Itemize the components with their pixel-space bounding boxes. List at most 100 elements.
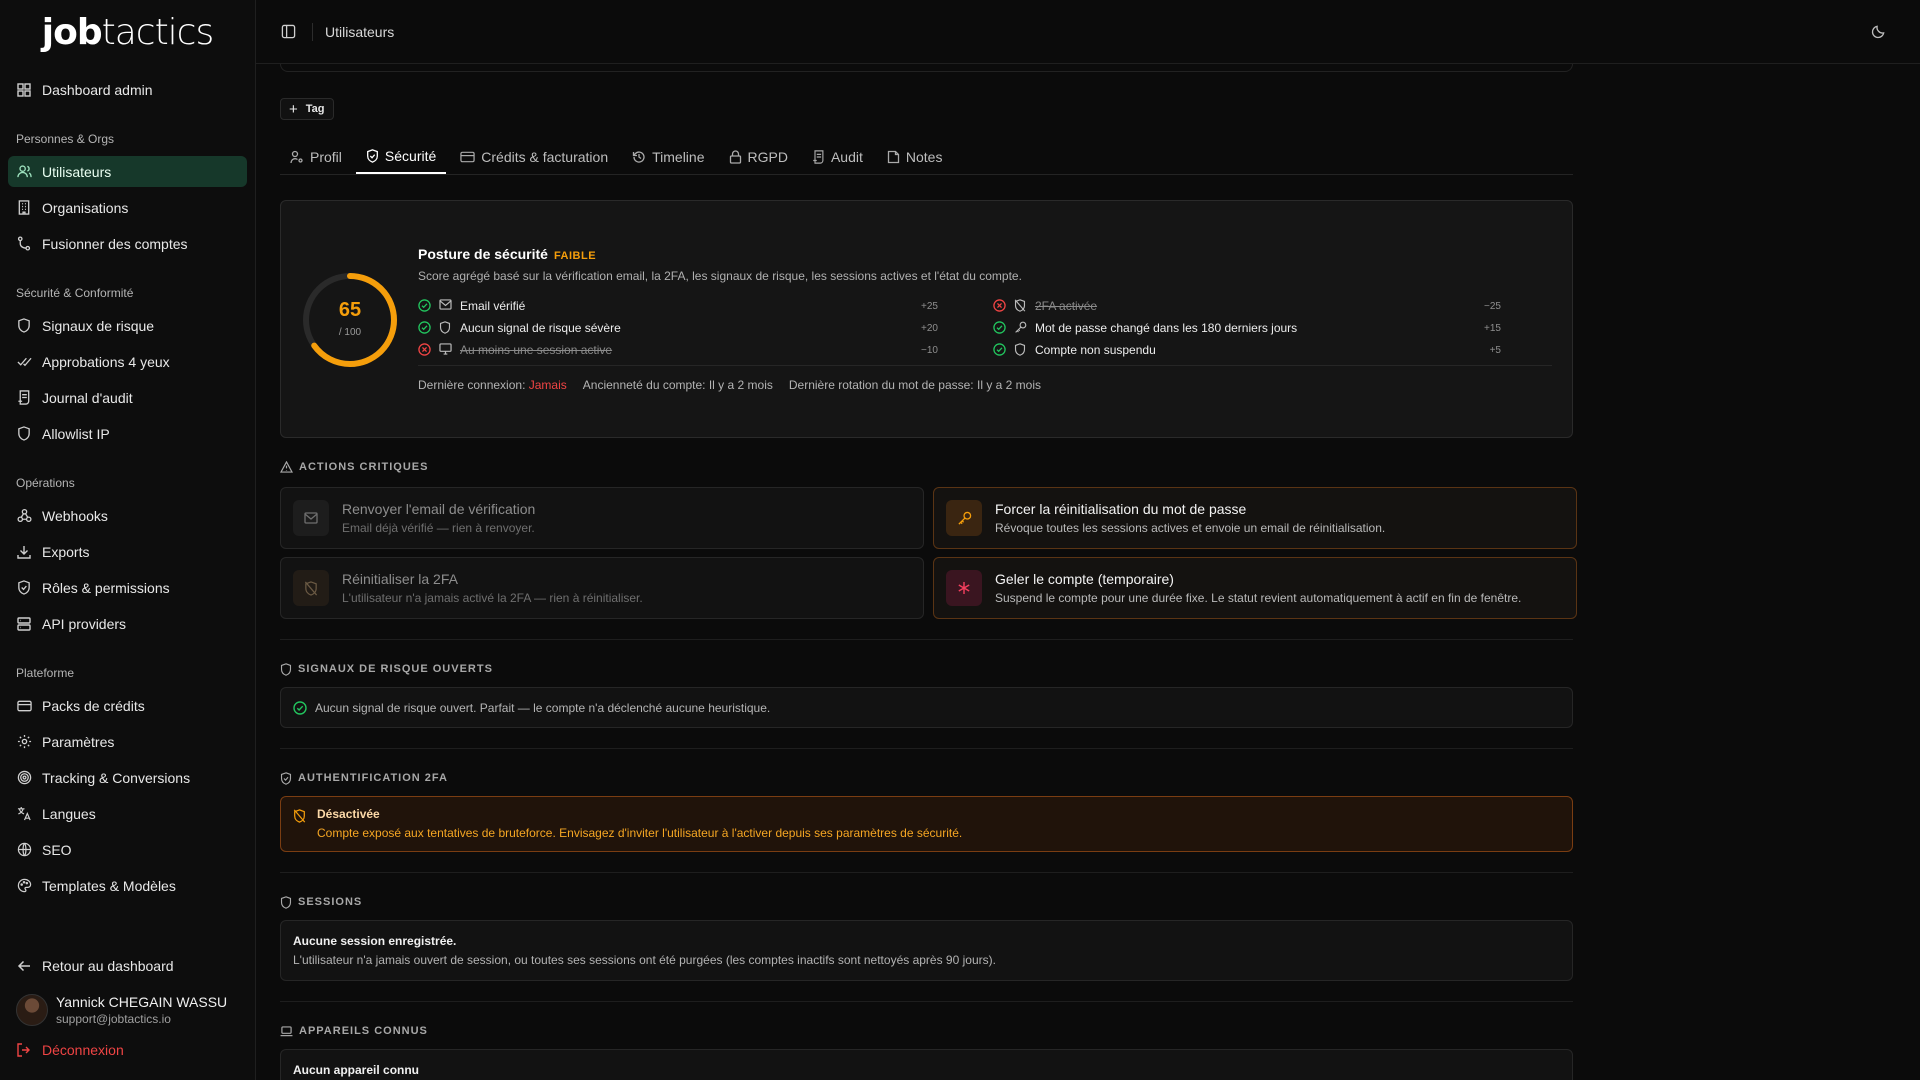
- sidebar-item-signaux-risque[interactable]: Signaux de risque: [8, 310, 247, 341]
- divider: [280, 639, 1573, 640]
- target-icon: [16, 770, 32, 786]
- posture-check-row: Aucun signal de risque sévère +20: [418, 317, 938, 339]
- sidebar-item-label: API providers: [42, 615, 127, 632]
- shield-icon: [1014, 343, 1028, 357]
- laptop-icon: [280, 1025, 293, 1037]
- sidebar-item-roles-permissions[interactable]: Rôles & permissions: [8, 572, 247, 603]
- back-to-dashboard-link[interactable]: Retour au dashboard: [8, 950, 247, 981]
- sidebar-item-tracking[interactable]: Tracking & Conversions: [8, 762, 247, 793]
- posture-subtitle: Score agrégé basé sur la vérification em…: [418, 269, 1022, 283]
- x-circle-icon: [993, 299, 1007, 313]
- moon-icon[interactable]: [1862, 16, 1894, 48]
- posture-check-row: Mot de passe changé dans les 180 dernier…: [993, 317, 1501, 339]
- resend-verification-email-button[interactable]: Renvoyer l'email de vérification Email dé…: [280, 487, 924, 549]
- force-password-reset-button[interactable]: Forcer la réinitialisation du mot de pas…: [933, 487, 1577, 549]
- sidebar-item-exports[interactable]: Exports: [8, 536, 247, 567]
- user-email: support@jobtactics.io: [56, 1012, 171, 1026]
- sidebar-item-label: Rôles & permissions: [42, 579, 170, 596]
- logout-button[interactable]: Déconnexion: [8, 1034, 247, 1065]
- sidebar: job tactics Dashboard admin Personnes & O…: [0, 0, 256, 1080]
- user-cog-icon: [290, 150, 304, 164]
- shield-off-icon: [1014, 299, 1028, 313]
- tab-label: RGPD: [747, 149, 788, 165]
- sidebar-item-seo[interactable]: SEO: [8, 834, 247, 865]
- scroll-icon: [16, 390, 32, 406]
- check-points: −25: [1484, 300, 1501, 312]
- devices-empty: Aucun appareil connu: [280, 1049, 1573, 1080]
- freeze-account-button[interactable]: Geler le compte (temporaire) Suspend le c…: [933, 557, 1577, 619]
- check-points: −10: [921, 344, 938, 356]
- sidebar-item-dashboard-admin[interactable]: Dashboard admin: [8, 74, 247, 105]
- main-area: Utilisateurs + Tag Profil Sécurité Crédi…: [256, 0, 1920, 1080]
- action-desc: Email déjà vérifié — rien à renvoyer.: [342, 521, 535, 535]
- key-icon: [1014, 321, 1028, 335]
- profile-card-edge: [280, 64, 1573, 72]
- tab-audit[interactable]: Audit: [802, 140, 873, 174]
- sidebar-item-organisations[interactable]: Organisations: [8, 192, 247, 223]
- sidebar-item-langues[interactable]: Langues: [8, 798, 247, 829]
- history-icon: [632, 150, 646, 164]
- user-name: Yannick CHEGAIN WASSU: [56, 994, 228, 1010]
- brand-logo[interactable]: job tactics: [0, 0, 255, 64]
- sidebar-item-approbations[interactable]: Approbations 4 yeux: [8, 346, 247, 377]
- add-tag-button[interactable]: + Tag: [280, 98, 334, 120]
- sidebar-item-api-providers[interactable]: API providers: [8, 608, 247, 639]
- shield-off-icon: [293, 570, 329, 606]
- tab-label: Sécurité: [384, 148, 437, 164]
- twofa-status: Désactivée: [317, 807, 380, 821]
- sidebar-item-parametres[interactable]: Paramètres: [8, 726, 247, 757]
- card-icon: [16, 698, 32, 714]
- tab-profil[interactable]: Profil: [280, 140, 352, 174]
- check-label: Aucun signal de risque sévère: [460, 321, 621, 335]
- sidebar-item-templates[interactable]: Templates & Modèles: [8, 870, 247, 901]
- sidebar-item-label: Langues: [42, 805, 96, 822]
- tag-label: Tag: [305, 103, 325, 115]
- twofa-warning: Désactivée Compte exposé aux tentatives …: [280, 796, 1573, 852]
- sidebar-item-label: Fusionner des comptes: [42, 235, 188, 252]
- account-seniority: Ancienneté du compte: Il y a 2 mois: [582, 378, 773, 392]
- topbar: Utilisateurs: [256, 0, 1920, 64]
- password-rotation: Dernière rotation du mot de passe: Il y …: [788, 378, 1041, 392]
- sidebar-section-title: Opérations: [16, 476, 75, 490]
- mail-icon: [439, 299, 453, 313]
- check-points: +20: [921, 322, 938, 334]
- check-circle-icon: [293, 700, 307, 715]
- risk-signals-heading: SIGNAUX DE RISQUE OUVERTS: [280, 662, 1573, 676]
- reset-2fa-button[interactable]: Réinitialiser la 2FA L'utilisateur n'a ja…: [280, 557, 924, 619]
- check-circle-icon: [418, 299, 432, 313]
- devices-empty-title: Aucun appareil connu: [293, 1063, 420, 1077]
- shield-icon: [280, 895, 292, 909]
- gear-icon: [16, 734, 32, 750]
- sidebar-item-webhooks[interactable]: Webhooks: [8, 500, 247, 531]
- arrow-left-icon: [16, 958, 32, 974]
- avatar: [16, 994, 48, 1026]
- check-label: 2FA activée: [1035, 299, 1098, 313]
- user-card[interactable]: Yannick CHEGAIN WASSU support@jobtactics…: [8, 986, 247, 1034]
- sidebar-item-utilisateurs[interactable]: Utilisateurs: [8, 156, 247, 187]
- sidebar-item-packs-credits[interactable]: Packs de crédits: [8, 690, 247, 721]
- back-label: Retour au dashboard: [42, 957, 174, 974]
- users-icon: [16, 164, 32, 180]
- content: + Tag Profil Sécurité Crédits & facturat…: [280, 64, 1577, 1080]
- sidebar-item-fusionner[interactable]: Fusionner des comptes: [8, 228, 247, 259]
- tab-notes[interactable]: Notes: [877, 140, 953, 174]
- action-title: Renvoyer l'email de vérification: [342, 501, 536, 517]
- tab-rgpd[interactable]: RGPD: [719, 140, 798, 174]
- sidebar-item-journal-audit[interactable]: Journal d'audit: [8, 382, 247, 413]
- divider: [280, 872, 1573, 873]
- divider: [280, 1001, 1573, 1002]
- scroll-icon: [812, 150, 825, 164]
- score-max: / 100: [338, 327, 362, 338]
- plus-icon: +: [289, 100, 298, 118]
- sidebar-item-allowlist-ip[interactable]: Allowlist IP: [8, 418, 247, 449]
- tab-credits[interactable]: Crédits & facturation: [450, 140, 618, 174]
- toggle-sidebar-icon[interactable]: [272, 16, 304, 48]
- tab-label: Notes: [905, 149, 943, 165]
- tab-securite[interactable]: Sécurité: [355, 140, 447, 174]
- shield-icon: [280, 662, 292, 676]
- sessions-empty-desc: L'utilisateur n'a jamais ouvert de sessi…: [293, 953, 996, 967]
- action-desc: Suspend le compte pour une durée fixe. L…: [995, 591, 1522, 605]
- building-icon: [16, 200, 32, 216]
- tab-timeline[interactable]: Timeline: [622, 140, 714, 174]
- snowflake-icon: [946, 570, 982, 606]
